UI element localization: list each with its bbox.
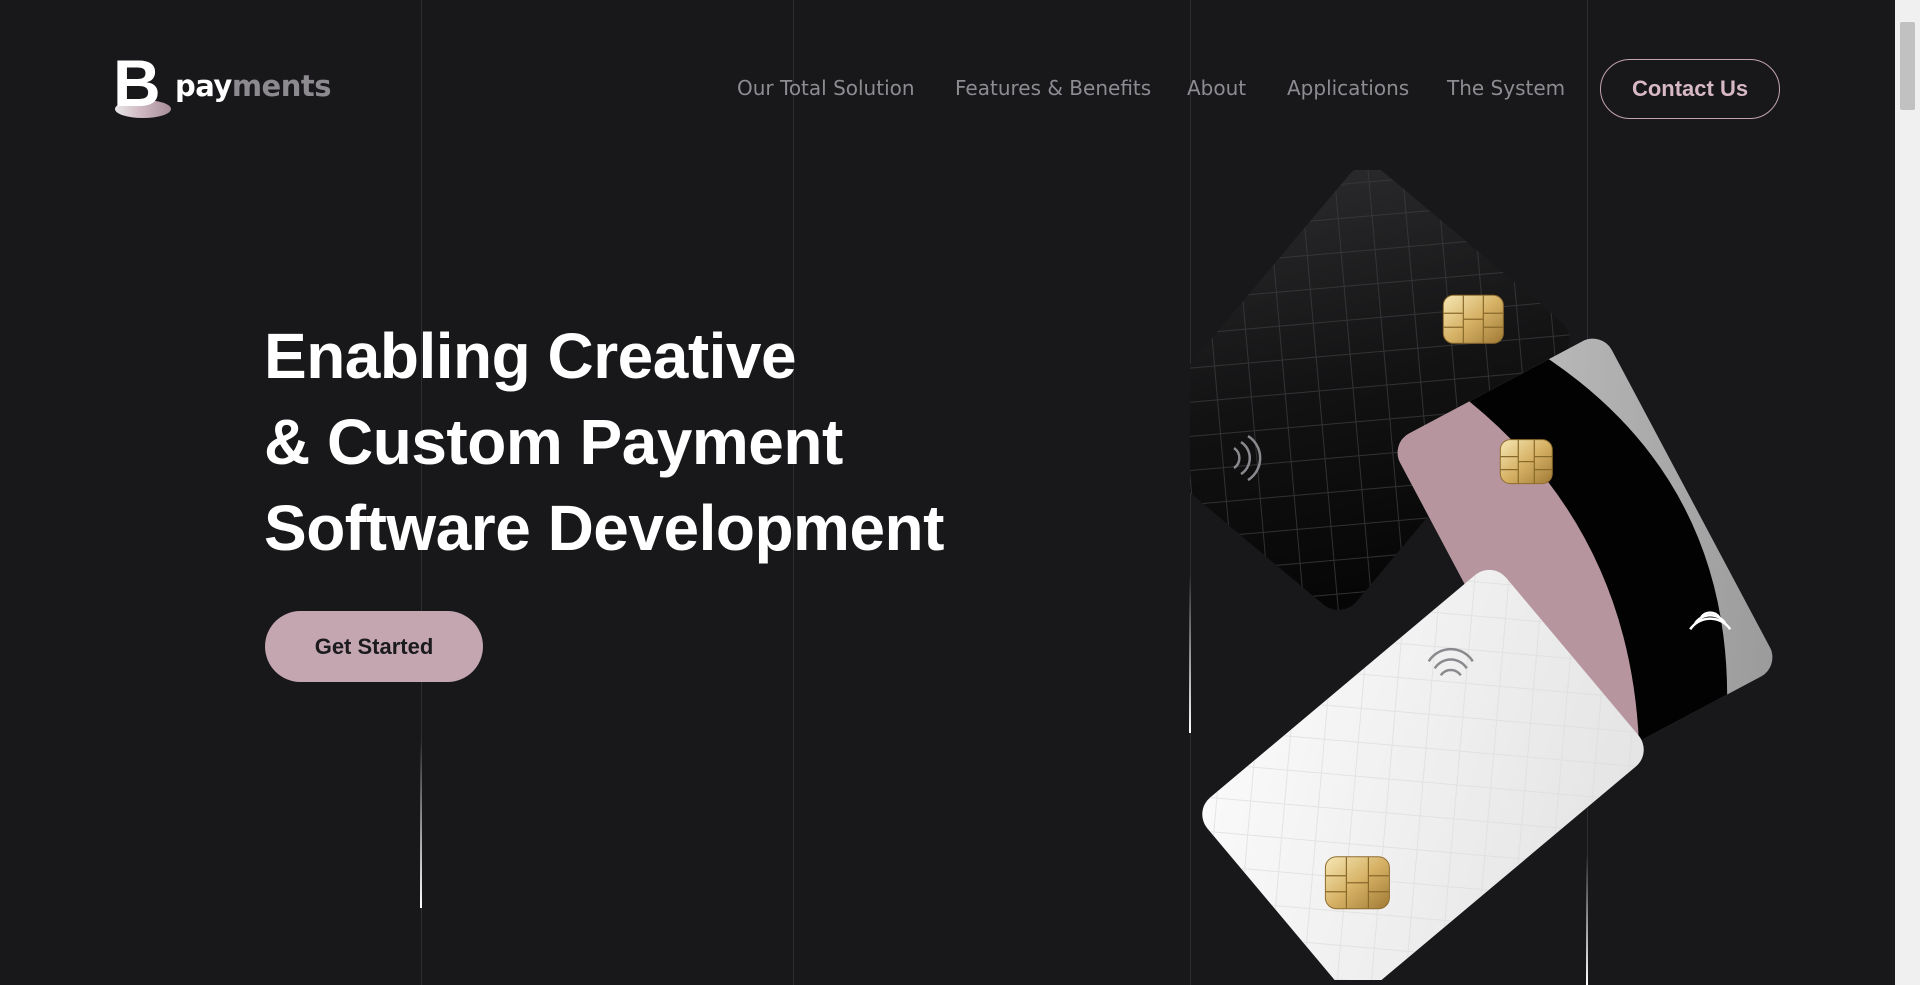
logo-word-part2: ments <box>231 69 332 103</box>
nav-item-features-benefits[interactable]: Features & Benefits <box>955 76 1151 100</box>
cards-graphic <box>1190 170 1781 980</box>
grid-line-glow <box>420 740 422 908</box>
contact-us-button[interactable]: Contact Us <box>1600 59 1780 119</box>
nav-item-applications[interactable]: Applications <box>1287 76 1409 100</box>
chip-icon <box>1324 856 1390 910</box>
hero-title-line: Software Development <box>264 492 944 564</box>
hero-title: Enabling Creative & Custom Payment Softw… <box>264 313 1024 571</box>
logo-wordmark: payments <box>175 69 332 103</box>
landing-page: B payments Our Total Solution Features &… <box>0 0 1895 985</box>
get-started-button[interactable]: Get Started <box>265 611 483 682</box>
hero-title-line: & Custom Payment <box>264 406 843 478</box>
logo-word-part1: pay <box>175 69 232 103</box>
nav-item-our-total-solution[interactable]: Our Total Solution <box>737 76 915 100</box>
chip-icon <box>1499 439 1553 485</box>
hero-title-line: Enabling Creative <box>264 320 797 392</box>
page-scrollbar-thumb[interactable] <box>1900 22 1915 110</box>
brand-logo[interactable]: B payments <box>113 50 332 120</box>
page-scrollbar[interactable] <box>1895 0 1920 985</box>
payment-cards-illustration <box>1190 170 1810 980</box>
logo-letter: B <box>113 46 161 120</box>
logo-mark: B <box>113 50 171 120</box>
nav-item-the-system[interactable]: The System <box>1447 76 1565 100</box>
chip-icon <box>1442 294 1504 344</box>
nav-item-about[interactable]: About <box>1187 76 1246 100</box>
